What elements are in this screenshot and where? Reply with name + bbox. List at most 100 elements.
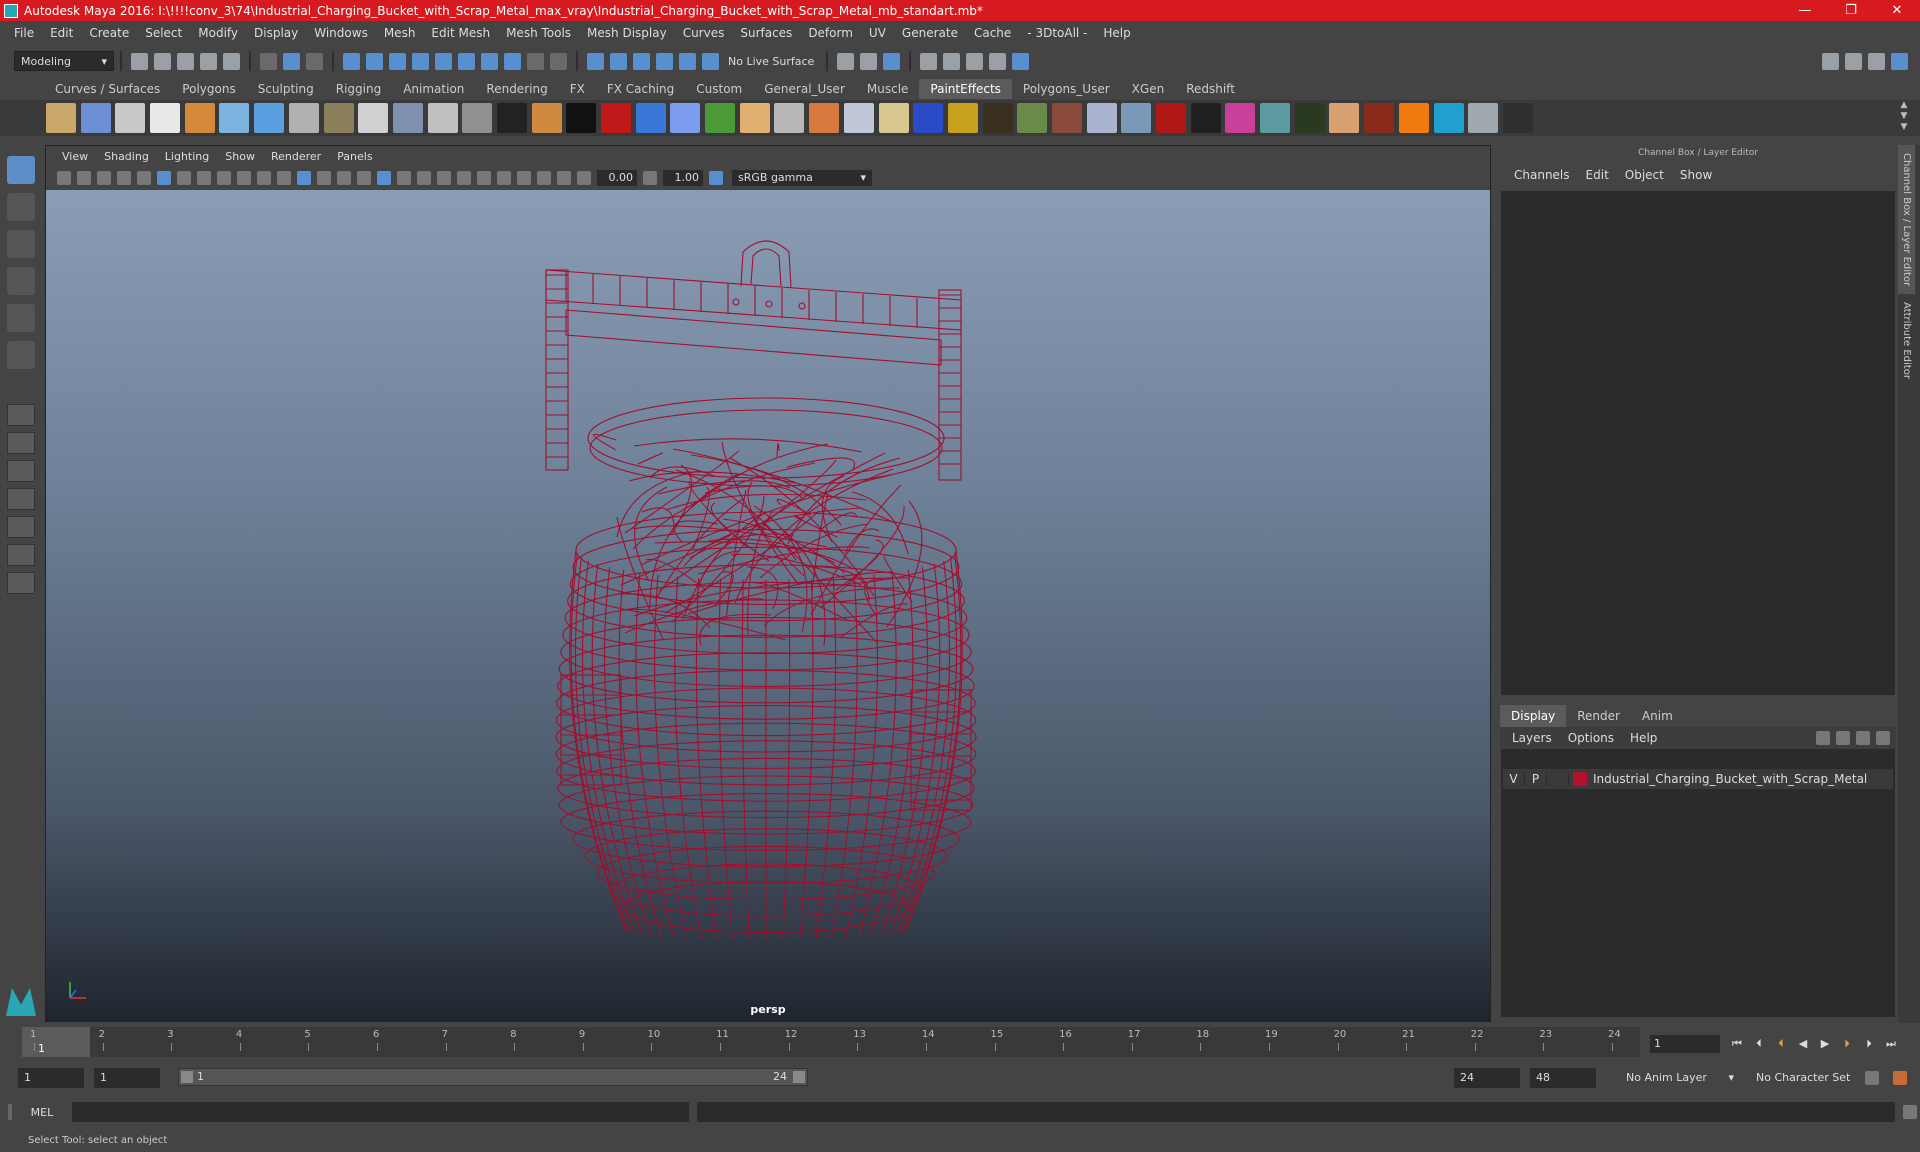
- persp-outliner-layout-icon[interactable]: [7, 460, 35, 482]
- channel-box-body[interactable]: [1501, 191, 1895, 695]
- menu-file[interactable]: File: [6, 26, 42, 40]
- batch-render-icon[interactable]: [989, 52, 1007, 70]
- shelf-tool-icon[interactable]: [46, 103, 76, 133]
- move-layer-down-icon[interactable]: [1836, 731, 1850, 745]
- shelf-tool-icon[interactable]: [705, 103, 736, 133]
- tab-polygons-user[interactable]: Polygons_User: [1012, 79, 1121, 99]
- shelf-tool-icon[interactable]: [115, 103, 146, 133]
- safe-action-icon[interactable]: [257, 171, 271, 185]
- menu-uv[interactable]: UV: [861, 26, 894, 40]
- menu-3dtoall[interactable]: - 3DtoAll -: [1019, 26, 1095, 40]
- go-to-end-icon[interactable]: ⏭: [1883, 1037, 1899, 1051]
- use-lights-icon[interactable]: [397, 171, 411, 185]
- shelf-tool-icon[interactable]: [1156, 103, 1186, 133]
- script-editor-icon[interactable]: [1903, 1105, 1918, 1119]
- channel-box-menu-show[interactable]: Show: [1672, 168, 1720, 182]
- select-component-icon[interactable]: [306, 52, 323, 70]
- camera-select-icon[interactable]: [57, 171, 71, 185]
- select-tool-icon[interactable]: [7, 156, 35, 184]
- shelf-tool-icon[interactable]: [392, 103, 423, 133]
- resolution-gate-icon[interactable]: [197, 171, 211, 185]
- animation-start-field[interactable]: 1: [18, 1068, 84, 1088]
- shelf-tool-icon[interactable]: [80, 103, 111, 133]
- snap-edge-icon[interactable]: [481, 52, 498, 70]
- layer-color-swatch[interactable]: [1573, 772, 1587, 786]
- move-tool-icon[interactable]: [7, 267, 35, 295]
- grease-pencil-icon[interactable]: [137, 171, 151, 185]
- script-language-toggle[interactable]: MEL: [12, 1106, 72, 1119]
- paint-select-tool-icon[interactable]: [7, 230, 35, 258]
- tab-xgen[interactable]: XGen: [1121, 79, 1176, 99]
- persp-hypershade-layout-icon[interactable]: [7, 516, 35, 538]
- side-tab-channel-box[interactable]: Channel Box / Layer Editor: [1898, 145, 1915, 295]
- persp-graph-layout-icon[interactable]: [7, 488, 35, 510]
- channel-box-menu-channels[interactable]: Channels: [1506, 168, 1578, 182]
- menu-generate[interactable]: Generate: [894, 26, 966, 40]
- shelf-scroll[interactable]: ▲ ▼ ▼: [1896, 100, 1912, 136]
- menu-set-dropdown[interactable]: Modeling ▾: [14, 51, 114, 71]
- shelf-tool-icon[interactable]: [150, 103, 181, 133]
- time-slider[interactable]: 1 1 2 3 4 5 6 7 8 9 10 11 12 13 14 15 16 17 18 19 20 21 22 23 2…: [22, 1027, 1640, 1057]
- live-surface-label[interactable]: No Live Surface: [728, 55, 814, 68]
- tab-fx-caching[interactable]: FX Caching: [596, 79, 685, 99]
- viewport-menu-shading[interactable]: Shading: [96, 150, 157, 163]
- history-icon[interactable]: [587, 52, 604, 70]
- channel-box-menu-edit[interactable]: Edit: [1578, 168, 1617, 182]
- shelf-tool-icon[interactable]: [254, 103, 285, 133]
- shelf-tool-icon[interactable]: [219, 103, 250, 133]
- shelf-tool-icon[interactable]: [1121, 103, 1152, 133]
- shelf-tool-icon[interactable]: [288, 103, 319, 133]
- layer-display-type-toggle[interactable]: [1547, 772, 1569, 786]
- render-settings-icon[interactable]: [920, 52, 938, 70]
- charging-bucket-wireframe[interactable]: [46, 190, 1490, 1022]
- minimize-button[interactable]: —: [1782, 3, 1828, 18]
- shelf-tool-icon[interactable]: [843, 103, 874, 133]
- shelf-tool-icon[interactable]: [1329, 103, 1360, 133]
- layer-playback-toggle[interactable]: P: [1525, 772, 1547, 786]
- step-back-key-icon[interactable]: ⏴: [1751, 1037, 1767, 1051]
- viewport-menu-show[interactable]: Show: [217, 150, 263, 163]
- shelf-tool-icon[interactable]: [982, 103, 1013, 133]
- menu-surfaces[interactable]: Surfaces: [732, 26, 800, 40]
- save-scene-icon[interactable]: [177, 52, 194, 70]
- shelf-tool-icon[interactable]: [809, 103, 840, 133]
- wireframe-icon[interactable]: [297, 171, 311, 185]
- menu-mesh[interactable]: Mesh: [376, 26, 424, 40]
- open-scene-icon[interactable]: [154, 52, 171, 70]
- snap-grid-icon[interactable]: [343, 52, 360, 70]
- bookmark-icon[interactable]: [97, 171, 111, 185]
- shelf-tool-icon[interactable]: [1017, 103, 1048, 133]
- custom-layout-icon[interactable]: [7, 572, 35, 594]
- rotate-tool-icon[interactable]: [7, 304, 35, 332]
- menu-mesh-tools[interactable]: Mesh Tools: [498, 26, 579, 40]
- viewport-menu-panels[interactable]: Panels: [329, 150, 380, 163]
- tab-anim[interactable]: Anim: [1631, 705, 1684, 727]
- color-management-icon[interactable]: [709, 171, 723, 185]
- tab-polygons[interactable]: Polygons: [171, 79, 246, 99]
- shelf-tool-icon[interactable]: [913, 103, 944, 133]
- single-perspective-layout-icon[interactable]: [7, 404, 35, 426]
- ipr-render-icon[interactable]: [883, 52, 901, 70]
- image-plane-icon[interactable]: [117, 171, 131, 185]
- play-forwards-icon[interactable]: ▶: [1817, 1037, 1833, 1051]
- range-end-handle[interactable]: [793, 1071, 805, 1083]
- shelf-tool-icon[interactable]: [1364, 103, 1395, 133]
- tab-animation[interactable]: Animation: [392, 79, 475, 99]
- camera-attributes-icon[interactable]: [77, 171, 91, 185]
- shelf-tool-icon[interactable]: [1398, 103, 1429, 133]
- tab-curves-surfaces[interactable]: Curves / Surfaces: [44, 79, 171, 99]
- render-setup-icon[interactable]: [1012, 52, 1030, 70]
- snap-face-icon[interactable]: [504, 52, 521, 70]
- menu-select[interactable]: Select: [137, 26, 190, 40]
- tab-redshift[interactable]: Redshift: [1175, 79, 1246, 99]
- snap-view-plane-icon[interactable]: [412, 52, 429, 70]
- grid-icon[interactable]: [157, 171, 171, 185]
- perspective-viewport[interactable]: View Shading Lighting Show Renderer Pane…: [45, 145, 1491, 1022]
- move-layer-up-icon[interactable]: [1816, 731, 1830, 745]
- hypershade-icon[interactable]: [943, 52, 961, 70]
- select-hierarchy-icon[interactable]: [260, 52, 277, 70]
- animation-end-field[interactable]: 48: [1530, 1068, 1596, 1088]
- shelf-tool-icon[interactable]: [947, 103, 978, 133]
- command-input[interactable]: [71, 1102, 689, 1122]
- snap-curve-icon[interactable]: [366, 52, 383, 70]
